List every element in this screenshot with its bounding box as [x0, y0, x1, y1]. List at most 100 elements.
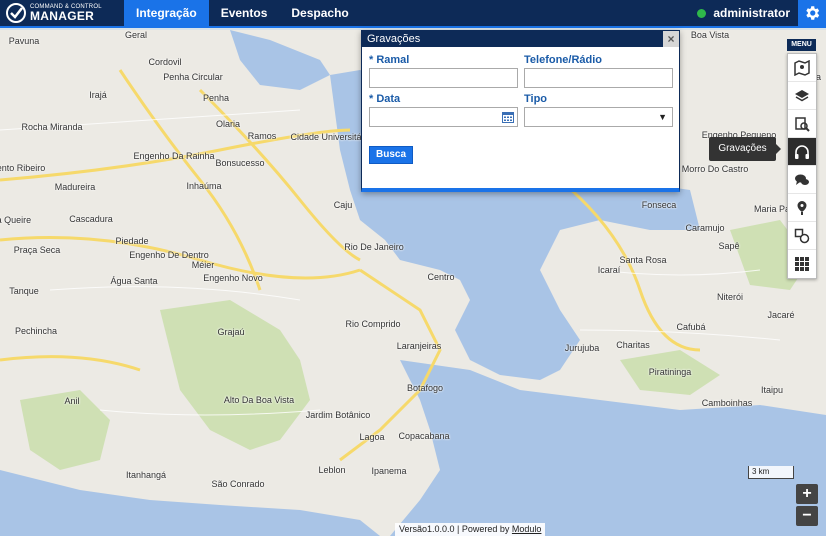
map-place-label: Jurujuba: [564, 343, 600, 353]
brand-logo[interactable]: COMMAND & CONTROL MANAGER: [0, 0, 124, 27]
tab-despacho[interactable]: Despacho: [279, 0, 360, 27]
scale-bar: 3 km: [748, 466, 794, 479]
map-place-label: Lagoa: [359, 432, 385, 442]
map-place-label: Jardim Botânico: [305, 410, 371, 420]
side-menu: [787, 53, 817, 279]
top-bar: COMMAND & CONTROL MANAGER Integração Eve…: [0, 0, 826, 28]
tab-eventos[interactable]: Eventos: [209, 0, 280, 27]
map-place-label: Ipanema: [371, 466, 407, 476]
telefone-input[interactable]: [524, 68, 673, 88]
map-place-label: Santa Rosa: [619, 255, 667, 265]
map-place-label: Pavuna: [8, 36, 40, 46]
tipo-label: Tipo: [524, 93, 548, 105]
data-input[interactable]: [369, 107, 518, 127]
map-place-label: Tanque: [9, 286, 39, 296]
data-field: * Data: [369, 93, 518, 127]
map-place-label: Cidade Universitária: [290, 132, 372, 142]
map-place-label: Penha Circular: [163, 72, 223, 82]
map-place-label: Piedade: [115, 236, 149, 246]
map-place-label: Bento Ribeiro: [0, 163, 46, 173]
dialog-title: Gravações: [367, 33, 421, 45]
tipo-select[interactable]: ▼: [524, 107, 673, 127]
camera-search-icon: [795, 116, 810, 132]
map-place-label: Cascadura: [69, 214, 113, 224]
online-status-icon: [697, 8, 707, 18]
busca-button[interactable]: Busca: [369, 146, 414, 164]
menu-title: MENU: [787, 39, 816, 51]
map-place-label: Laranjeiras: [396, 341, 442, 351]
menu-item-location[interactable]: [788, 194, 816, 222]
map-place-label: Anil: [64, 396, 80, 406]
gravacoes-dialog: Gravações × * Ramal Telefone/Rádio * Dat…: [361, 30, 680, 192]
ramal-input[interactable]: [369, 68, 518, 88]
telefone-field: Telefone/Rádio: [524, 54, 673, 88]
map-place-label: Rio De Janeiro: [344, 242, 404, 252]
menu-tooltip: Gravações: [709, 137, 781, 161]
map-place-label: Caramujo: [685, 223, 725, 233]
chat-icon: [795, 174, 809, 185]
gear-icon: [806, 6, 820, 20]
map-place-label: Morro Do Castro: [681, 164, 749, 174]
settings-button[interactable]: [798, 0, 826, 27]
version-text: Versão1.0.0.0 | Powered by: [399, 524, 512, 534]
map-place-label: Icaraí: [597, 265, 621, 275]
map-place-label: Irajá: [89, 90, 107, 100]
map-place-label: Camboinhas: [701, 398, 753, 408]
check-shield-icon: [6, 3, 26, 23]
menu-item-camera-search[interactable]: [788, 110, 816, 138]
map-place-label: Vila Queire: [0, 215, 32, 225]
map-place-label: Centro: [427, 272, 455, 282]
map-place-label: Grajaú: [217, 327, 245, 337]
map-place-label: Boa Vista: [690, 30, 730, 40]
map-place-label: Copacabana: [398, 431, 450, 441]
map-place-label: Engenho De Dentro: [129, 250, 209, 260]
map-place-label: Penha: [202, 93, 230, 103]
ramal-field: * Ramal: [369, 54, 518, 88]
map-place-label: Botafogo: [406, 383, 444, 393]
menu-item-grid[interactable]: [788, 250, 816, 278]
headphones-icon: [795, 144, 809, 159]
menu-item-chat[interactable]: [788, 166, 816, 194]
map-place-label: Madureira: [54, 182, 96, 192]
main-nav: Integração Eventos Despacho: [124, 0, 361, 27]
map-place-label: Engenho Novo: [203, 273, 263, 283]
location-pin-icon: [797, 200, 807, 215]
map-place-label: Piratininga: [648, 367, 692, 377]
brand-line2: MANAGER: [30, 9, 95, 23]
map-place-label: Bonsucesso: [215, 158, 265, 168]
map-place-label: Jacaré: [767, 310, 795, 320]
map-place-label: Pechincha: [14, 326, 58, 336]
map-place-label: Rocha Miranda: [21, 122, 83, 132]
map-place-label: Olaria: [215, 119, 241, 129]
data-label: * Data: [369, 93, 401, 105]
calendar-icon[interactable]: [502, 111, 514, 123]
map-place-label: Alto Da Boa Vista: [223, 395, 295, 405]
zoom-in-button[interactable]: +: [796, 484, 818, 504]
map-place-label: Itanhangá: [125, 470, 167, 480]
menu-item-map[interactable]: [788, 54, 816, 82]
map-place-label: Engenho Da Rainha: [133, 151, 215, 161]
footer: Versão1.0.0.0 | Powered by Modulo: [395, 523, 546, 536]
map-place-label: Itaipu: [760, 385, 784, 395]
map-place-label: Méier: [191, 260, 215, 270]
tab-integracao[interactable]: Integração: [124, 0, 209, 27]
dialog-header[interactable]: Gravações ×: [362, 31, 679, 47]
map-place-label: Inhaúma: [186, 181, 222, 191]
tipo-field: Tipo ▼: [524, 93, 673, 127]
map-place-label: Praça Seca: [13, 245, 61, 255]
username[interactable]: administrator: [713, 6, 790, 20]
menu-item-shapes[interactable]: [788, 222, 816, 250]
menu-item-gravacoes[interactable]: [788, 138, 816, 166]
ramal-label: * Ramal: [369, 54, 410, 66]
map-place-label: Niterói: [716, 292, 744, 302]
zoom-control: + −: [796, 484, 818, 528]
close-button[interactable]: ×: [663, 31, 679, 47]
telefone-label: Telefone/Rádio: [524, 54, 603, 66]
map-place-label: Charitas: [616, 340, 650, 350]
menu-item-layers[interactable]: [788, 82, 816, 110]
map-place-label: Rio Comprido: [345, 319, 401, 329]
zoom-out-button[interactable]: −: [796, 506, 818, 526]
map-place-label: Caju: [333, 200, 353, 210]
map-place-label: Geral: [124, 30, 148, 40]
modulo-link[interactable]: Modulo: [512, 524, 542, 534]
